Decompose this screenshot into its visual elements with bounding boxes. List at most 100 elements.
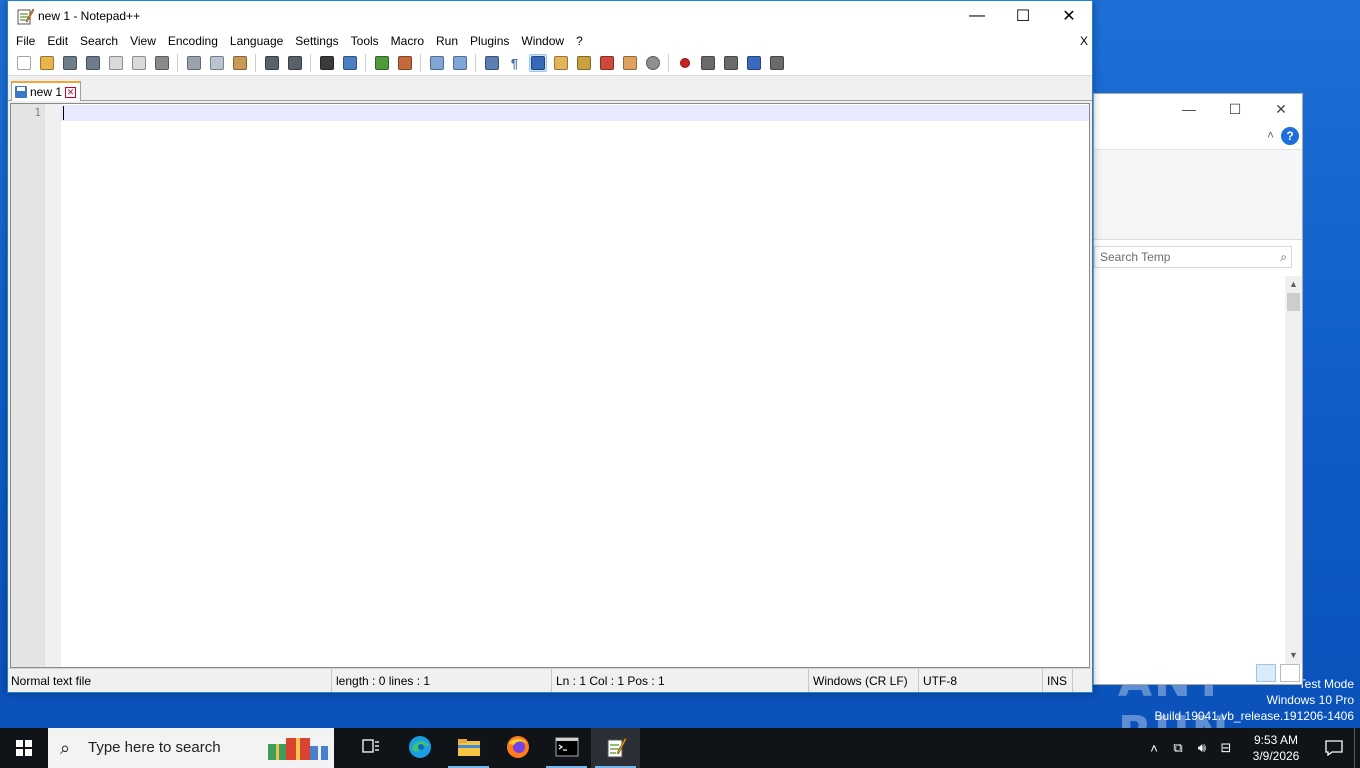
explorer-minimize-button[interactable]: — <box>1166 94 1212 124</box>
volume-icon[interactable]: 🔊︎ <box>1190 740 1214 756</box>
fold-margin[interactable] <box>45 104 61 667</box>
maximize-button[interactable]: ☐ <box>1000 1 1046 31</box>
replace-icon[interactable] <box>341 54 359 72</box>
status-insert-mode[interactable]: INS <box>1043 669 1073 692</box>
word-wrap-icon[interactable] <box>483 54 501 72</box>
open-file-icon[interactable] <box>38 54 56 72</box>
large-icons-view-icon[interactable] <box>1280 664 1300 682</box>
menu-item-plugins[interactable]: Plugins <box>464 31 515 51</box>
resize-grip[interactable] <box>1073 669 1092 692</box>
show-all-chars-icon[interactable]: ¶ <box>506 54 524 72</box>
status-eol[interactable]: Windows (CR LF) <box>809 669 919 692</box>
close-button[interactable]: ✕ <box>1046 1 1092 31</box>
taskbar-edge-button[interactable] <box>395 728 444 768</box>
close-icon[interactable] <box>107 54 125 72</box>
folder-as-workspace-icon[interactable] <box>621 54 639 72</box>
doc-map-icon[interactable] <box>575 54 593 72</box>
indent-guide-icon[interactable] <box>528 54 547 72</box>
menu-item-settings[interactable]: Settings <box>289 31 344 51</box>
menu-item-help[interactable]: ? <box>570 31 589 51</box>
menu-item-language[interactable]: Language <box>224 31 289 51</box>
monitoring-icon[interactable] <box>644 54 662 72</box>
toolbar: ¶ <box>8 51 1092 76</box>
toolbar-separator <box>420 54 421 72</box>
save-icon[interactable] <box>61 54 79 72</box>
playback-macro-icon[interactable] <box>722 54 740 72</box>
stop-recording-icon[interactable] <box>699 54 717 72</box>
edge-icon <box>408 735 432 762</box>
taskbar-task-view-button[interactable] <box>346 728 395 768</box>
menu-item-view[interactable]: View <box>124 31 162 51</box>
notepad-plus-plus-icon <box>605 736 627 761</box>
close-document-button[interactable]: X <box>1080 31 1088 51</box>
explorer-search-input[interactable]: Search Temp ⌕ <box>1094 246 1292 268</box>
network-icon[interactable]: ⊟ <box>1214 740 1238 756</box>
windows-logo-icon <box>16 740 32 756</box>
find-icon[interactable] <box>318 54 336 72</box>
minimize-button[interactable]: — <box>954 1 1000 31</box>
search-icon: ⌕ <box>60 738 71 758</box>
zoom-out-icon[interactable] <box>396 54 414 72</box>
start-button[interactable] <box>0 728 48 768</box>
new-file-icon[interactable] <box>15 54 33 72</box>
save-macro-icon[interactable] <box>768 54 786 72</box>
menu-item-macro[interactable]: Macro <box>385 31 430 51</box>
text-area[interactable] <box>61 104 1089 667</box>
taskbar-cmd-button[interactable] <box>542 728 591 768</box>
explorer-scrollbar[interactable]: ▲ ▼ <box>1285 276 1302 664</box>
editor-area[interactable]: 1 <box>10 103 1090 668</box>
menu-item-tools[interactable]: Tools <box>345 31 385 51</box>
window-title: new 1 - Notepad++ <box>38 9 141 23</box>
toolbar-separator <box>475 54 476 72</box>
sync-vertical-icon[interactable] <box>428 54 446 72</box>
taskbar-apps <box>346 728 640 768</box>
clock[interactable]: 9:53 AM 3/9/2026 <box>1238 732 1314 764</box>
watermark-line: Windows 10 Pro <box>1266 693 1354 707</box>
scroll-up-icon[interactable]: ▲ <box>1285 276 1302 293</box>
help-icon[interactable]: ? <box>1281 127 1299 145</box>
explorer-maximize-button[interactable]: ☐ <box>1212 94 1258 124</box>
close-all-icon[interactable] <box>130 54 148 72</box>
paste-icon[interactable] <box>231 54 249 72</box>
zoom-in-icon[interactable] <box>373 54 391 72</box>
scroll-thumb[interactable] <box>1287 293 1300 311</box>
sync-horizontal-icon[interactable] <box>451 54 469 72</box>
taskbar-search-box[interactable]: ⌕ Type here to search <box>48 728 334 768</box>
show-hidden-icons-icon[interactable]: ˄ <box>1142 741 1166 756</box>
show-desktop-button[interactable] <box>1354 728 1360 768</box>
save-all-icon[interactable] <box>84 54 102 72</box>
taskbar-notepad-plus-plus-button[interactable] <box>591 728 640 768</box>
menu-item-window[interactable]: Window <box>515 31 570 51</box>
details-view-icon[interactable] <box>1256 664 1276 682</box>
print-icon[interactable] <box>153 54 171 72</box>
collapse-ribbon-icon[interactable]: ˄ <box>1267 128 1274 142</box>
action-center-icon[interactable] <box>1314 740 1354 756</box>
menu-item-file[interactable]: File <box>10 31 41 51</box>
current-line-highlight <box>61 105 1089 121</box>
menu-item-edit[interactable]: Edit <box>41 31 74 51</box>
user-language-icon[interactable] <box>552 54 570 72</box>
taskbar-firefox-button[interactable] <box>493 728 542 768</box>
cut-icon[interactable] <box>185 54 203 72</box>
redo-icon[interactable] <box>286 54 304 72</box>
record-macro-icon[interactable] <box>676 54 694 72</box>
function-list-icon[interactable] <box>598 54 616 72</box>
explorer-window: — ☐ ✕ ˄ ? Search Temp ⌕ ▲ ▼ <box>1093 93 1303 685</box>
explorer-close-button[interactable]: ✕ <box>1258 94 1304 124</box>
status-position: Ln : 1 Col : 1 Pos : 1 <box>552 669 809 692</box>
task-view-icon <box>361 738 381 759</box>
status-encoding[interactable]: UTF-8 <box>919 669 1043 692</box>
tab-new-1[interactable]: new 1 ✕ <box>11 81 82 101</box>
menu-item-run[interactable]: Run <box>430 31 464 51</box>
undo-icon[interactable] <box>263 54 281 72</box>
watermark-line: Build 19041.vb_release.191206-1406 <box>1154 709 1355 723</box>
menu-item-search[interactable]: Search <box>74 31 124 51</box>
explorer-ribbon <box>1094 150 1302 240</box>
scroll-down-icon[interactable]: ▼ <box>1285 647 1302 664</box>
run-macro-multiple-icon[interactable] <box>745 54 763 72</box>
meet-now-icon[interactable]: ⧉ <box>1166 740 1190 756</box>
tab-close-icon[interactable]: ✕ <box>65 86 77 98</box>
menu-item-encoding[interactable]: Encoding <box>162 31 224 51</box>
copy-icon[interactable] <box>208 54 226 72</box>
taskbar-file-explorer-button[interactable] <box>444 728 493 768</box>
